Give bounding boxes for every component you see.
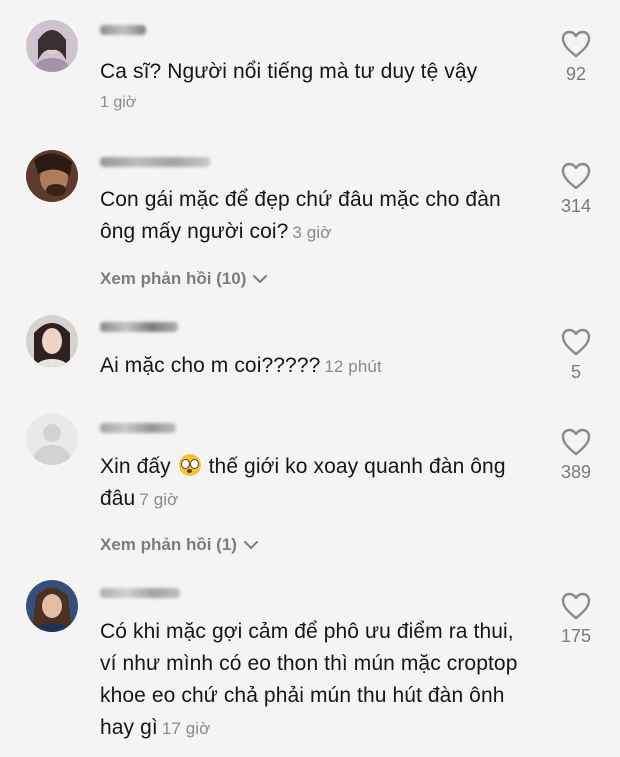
username-blurred[interactable] — [100, 423, 176, 433]
comment-time: 3 giờ — [292, 223, 332, 242]
comment-text: Có khi mặc gợi cảm để phô ưu điểm ra thu… — [100, 616, 535, 745]
comment-text: Ai mặc cho m coi????? 12 phút — [100, 350, 540, 383]
heart-outline-icon[interactable] — [561, 328, 591, 356]
heart-outline-icon[interactable] — [561, 592, 591, 620]
avatar[interactable] — [26, 315, 78, 367]
flushed-face-emoji — [178, 454, 201, 476]
comment-time: 7 giờ — [139, 490, 179, 509]
username-blurred[interactable] — [100, 322, 178, 332]
avatar[interactable] — [26, 580, 78, 632]
like-count: 92 — [565, 64, 587, 84]
like-count: 5 — [570, 362, 581, 382]
view-replies-label: Xem phản hồi (1) — [100, 535, 237, 554]
comment-text: Ca sĩ? Người nổi tiếng mà tư duy tệ vậy — [100, 56, 540, 88]
view-replies-button[interactable]: Xem phản hồi (1) — [100, 535, 259, 555]
comment-text: Con gái mặc để đẹp chứ đâu mặc cho đàn ô… — [100, 184, 540, 249]
comment-body: Ai mặc cho m coi????? — [100, 354, 321, 377]
comment-body-start: Xin đấy — [100, 455, 171, 478]
comment-body: Ca sĩ? Người nổi tiếng mà tư duy tệ vậy — [100, 60, 478, 83]
like-button[interactable]: 175 — [554, 592, 598, 647]
heart-outline-icon[interactable] — [561, 428, 591, 456]
like-count: 314 — [560, 196, 592, 216]
heart-outline-icon[interactable] — [561, 162, 591, 190]
avatar[interactable] — [26, 413, 78, 465]
chevron-down-icon — [243, 541, 258, 549]
comment-text: Xin đấy thế giới ko xoay quanh đàn ông đ… — [100, 451, 540, 516]
avatar[interactable] — [26, 150, 78, 202]
like-count: 175 — [560, 626, 592, 646]
like-button[interactable]: 389 — [554, 428, 598, 483]
username-blurred[interactable] — [100, 588, 180, 598]
username-blurred[interactable] — [100, 157, 210, 167]
chevron-down-icon — [253, 275, 268, 283]
like-button[interactable]: 5 — [554, 328, 598, 383]
like-button[interactable]: 92 — [554, 30, 598, 85]
like-button[interactable]: 314 — [554, 162, 598, 217]
username-blurred[interactable] — [100, 25, 146, 35]
comment-time: 1 giờ — [100, 94, 137, 111]
view-replies-button[interactable]: Xem phản hồi (10) — [100, 269, 268, 289]
comment-time: 17 giờ — [161, 719, 211, 738]
heart-outline-icon[interactable] — [561, 30, 591, 58]
view-replies-label: Xem phản hồi (10) — [100, 269, 247, 288]
avatar[interactable] — [26, 20, 78, 72]
like-count: 389 — [560, 462, 592, 482]
comment-time: 12 phút — [324, 357, 382, 376]
